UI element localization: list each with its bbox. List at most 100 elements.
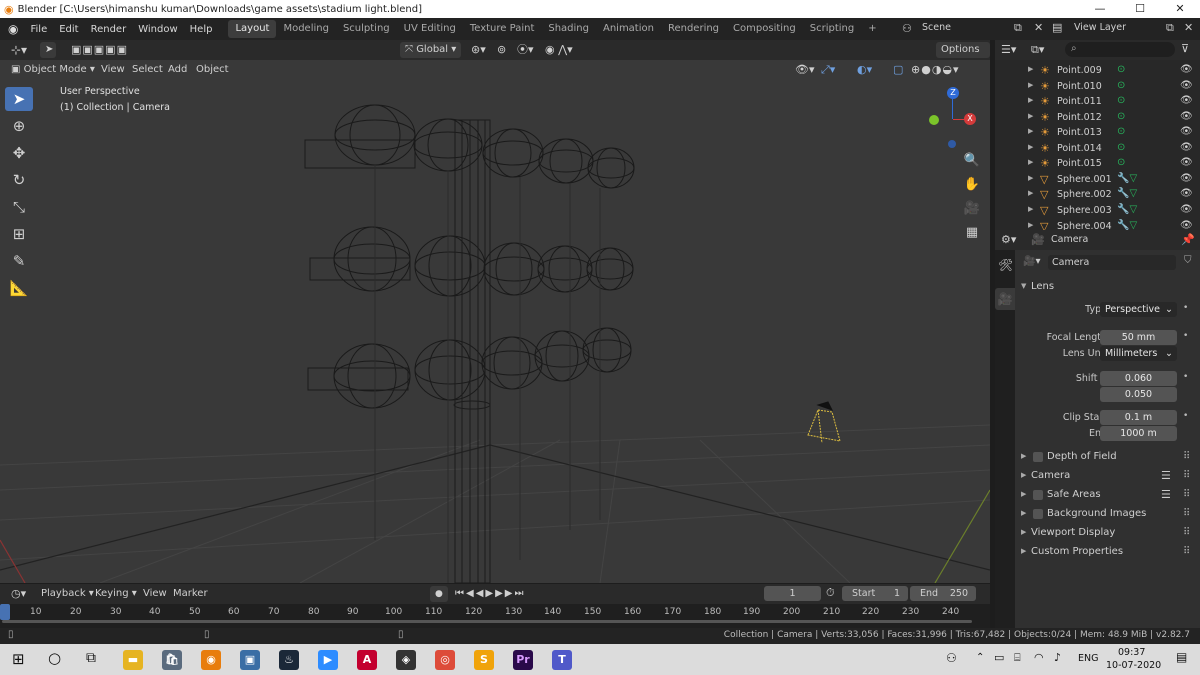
sublime-icon[interactable]: S [474,650,494,670]
outliner-row[interactable]: ▶ ☀ Point.014 ⊙ 👁 [995,142,1200,157]
outliner-editor-icon[interactable]: ☰▾ [1001,43,1016,56]
scene-new-icon[interactable]: ⧉ [1014,21,1022,35]
light-data-icon[interactable]: ⊙ [1117,111,1125,122]
rotate-tool-icon[interactable]: ↻ [5,168,33,192]
properties-editor-icon[interactable]: ⚙▾ [1001,233,1016,246]
clock-time[interactable]: 09:37 [1118,647,1145,658]
menu-render[interactable]: Render [85,24,133,35]
annotate-tool-icon[interactable]: ✎ [5,249,33,273]
filter-icon[interactable]: ⊽ [1181,42,1189,55]
lens-unit-dropdown[interactable]: Millimeters ⌄ [1100,346,1177,361]
viewlayer-new-icon[interactable]: ⧉ [1166,21,1174,35]
premiere-icon[interactable]: Pr [513,650,533,670]
eye-icon[interactable]: 👁 [1180,142,1193,153]
eye-icon[interactable]: 👁 [1180,80,1193,91]
outliner-row[interactable]: ▶ ▽ Sphere.002 🔧▽ 👁 [995,188,1200,203]
outliner-row[interactable]: ▶ ▽ Sphere.003 🔧▽ 👁 [995,204,1200,219]
windows-start-icon[interactable]: ⊞ [12,650,25,668]
scene-name[interactable]: Scene [922,22,951,33]
fake-user-icon[interactable]: ⛉ [1184,255,1192,266]
tab-modeling[interactable]: Modeling [276,20,336,38]
safe-areas-checkbox[interactable] [1033,490,1043,500]
tab-rendering[interactable]: Rendering [661,20,726,38]
clock-date[interactable]: 10-07-2020 [1106,660,1161,671]
photos-icon[interactable]: ▣ [240,650,260,670]
tab-sculpting[interactable]: Sculpting [336,20,397,38]
light-data-icon[interactable]: ⊙ [1117,142,1125,153]
menu-help[interactable]: Help [184,24,219,35]
outliner-row[interactable]: ▶ ☀ Point.015 ⊙ 👁 [995,157,1200,172]
select-mode-icons[interactable]: ▣▣▣▣▣ [66,42,133,58]
menu-add[interactable]: Add [163,62,192,78]
dof-checkbox[interactable] [1033,452,1043,462]
custom-properties-section[interactable]: ▶ Custom Properties ⠿ [1015,544,1200,562]
keying-menu[interactable]: Keying ▾ [90,586,142,602]
blender-menu-icon[interactable]: ◉ [8,22,18,36]
camera-view-icon[interactable]: 🎥 [960,198,984,220]
tab-animation[interactable]: Animation [596,20,661,38]
drag-handle-icon[interactable]: ⠿ [1183,451,1190,462]
measure-tool-icon[interactable]: 📐 [5,276,33,300]
eye-icon[interactable]: 👁 [1180,204,1193,215]
select-tool-icon[interactable]: ➤ [40,42,56,58]
clip-end-field[interactable]: 1000 m [1100,426,1177,441]
shading-mode-icons[interactable]: ⊕●◑◒▾ [906,62,965,78]
outliner-row[interactable]: ▶ ▽ Sphere.004 🔧▽ 👁 [995,220,1200,230]
cursor-tool-icon[interactable]: ⊕ [5,114,33,138]
expand-icon[interactable]: ▶ [1028,112,1033,120]
zoom-icon[interactable]: 🔍 [960,150,984,172]
zoom-app-icon[interactable]: ▶ [318,650,338,670]
notification-icon[interactable]: ▤ [1176,650,1187,664]
light-data-icon[interactable]: ⊙ [1117,157,1125,168]
datablock-name-field[interactable]: Camera [1048,255,1176,270]
snap-icon[interactable]: ⊚ [492,42,511,58]
transform-tool-icon[interactable]: ⊞ [5,222,33,246]
modifier-icon[interactable]: 🔧▽ [1117,188,1137,199]
outliner-row[interactable]: ▶ ▽ Sphere.001 🔧▽ 👁 [995,173,1200,188]
timeline-ruler[interactable]: 10 20 30 40 50 60 70 80 90 100 110 120 1… [0,604,990,628]
tab-scripting[interactable]: Scripting [803,20,861,38]
outliner-search-input[interactable]: ⌕ [1065,42,1175,57]
eye-icon[interactable]: 👁 [1180,188,1193,199]
blender-taskbar-icon[interactable]: ◉ [201,650,221,670]
close-button[interactable]: ✕ [1160,0,1200,18]
expand-icon[interactable]: ▶ [1028,127,1033,135]
file-explorer-icon[interactable]: ▬ [123,650,143,670]
modifier-icon[interactable]: 🔧▽ [1117,204,1137,215]
expand-icon[interactable]: ▶ [1028,143,1033,151]
shift-y-field[interactable]: 0.050 [1100,387,1177,402]
clip-start-field[interactable]: 0.1 m [1100,410,1177,425]
background-images-checkbox[interactable] [1033,509,1043,519]
task-view-icon[interactable]: ⧉ [86,650,96,666]
eye-icon[interactable]: 👁 [1180,64,1193,75]
pin-icon[interactable]: 📌 [1181,233,1195,246]
y-axis-handle[interactable] [929,115,939,125]
ortho-toggle-icon[interactable]: ▦ [960,222,984,244]
expand-icon[interactable]: ▶ [1028,65,1033,73]
unity-icon[interactable]: ◈ [396,650,416,670]
safe-areas-section[interactable]: ▶ Safe Areas ☰ ⠿ [1015,487,1200,505]
tool-tab-icon[interactable]: 🛠 [998,258,1013,272]
outliner-row[interactable]: ▶ ☀ Point.012 ⊙ 👁 [995,111,1200,126]
modifier-icon[interactable]: 🔧▽ [1117,173,1137,184]
tray-chevron-icon[interactable]: ⌃ [976,652,984,663]
expand-icon[interactable]: ▶ [1028,221,1033,229]
z-axis-handle[interactable]: Z [947,87,959,99]
expand-icon[interactable]: ▶ [1028,174,1033,182]
orientation-dropdown[interactable]: ⤧ Global ▾ [400,42,462,58]
options-dropdown[interactable]: Options ▾ [936,42,990,71]
wifi-icon[interactable]: ◠ [1034,651,1044,664]
select-box-tool-icon[interactable]: ➤ [5,87,33,111]
menu-view[interactable]: View [96,62,130,78]
background-images-section[interactable]: ▶ Background Images ⠿ [1015,506,1200,524]
light-data-icon[interactable]: ⊙ [1117,95,1125,106]
stopwatch-icon[interactable]: ⏱ [826,586,835,600]
camera-section[interactable]: ▶ Camera ☰ ⠿ [1015,468,1200,486]
people-icon[interactable]: ⚇ [946,651,957,665]
overlay-toggle-icon[interactable]: ◐▾ [852,62,877,78]
camera-object[interactable] [807,401,841,444]
search-circle-icon[interactable]: ○ [48,649,61,667]
viewlayer-delete-icon[interactable]: ✕ [1184,21,1193,34]
drag-handle-icon[interactable]: ⠿ [1183,508,1190,519]
end-frame-field[interactable]: End 250 [910,586,976,601]
